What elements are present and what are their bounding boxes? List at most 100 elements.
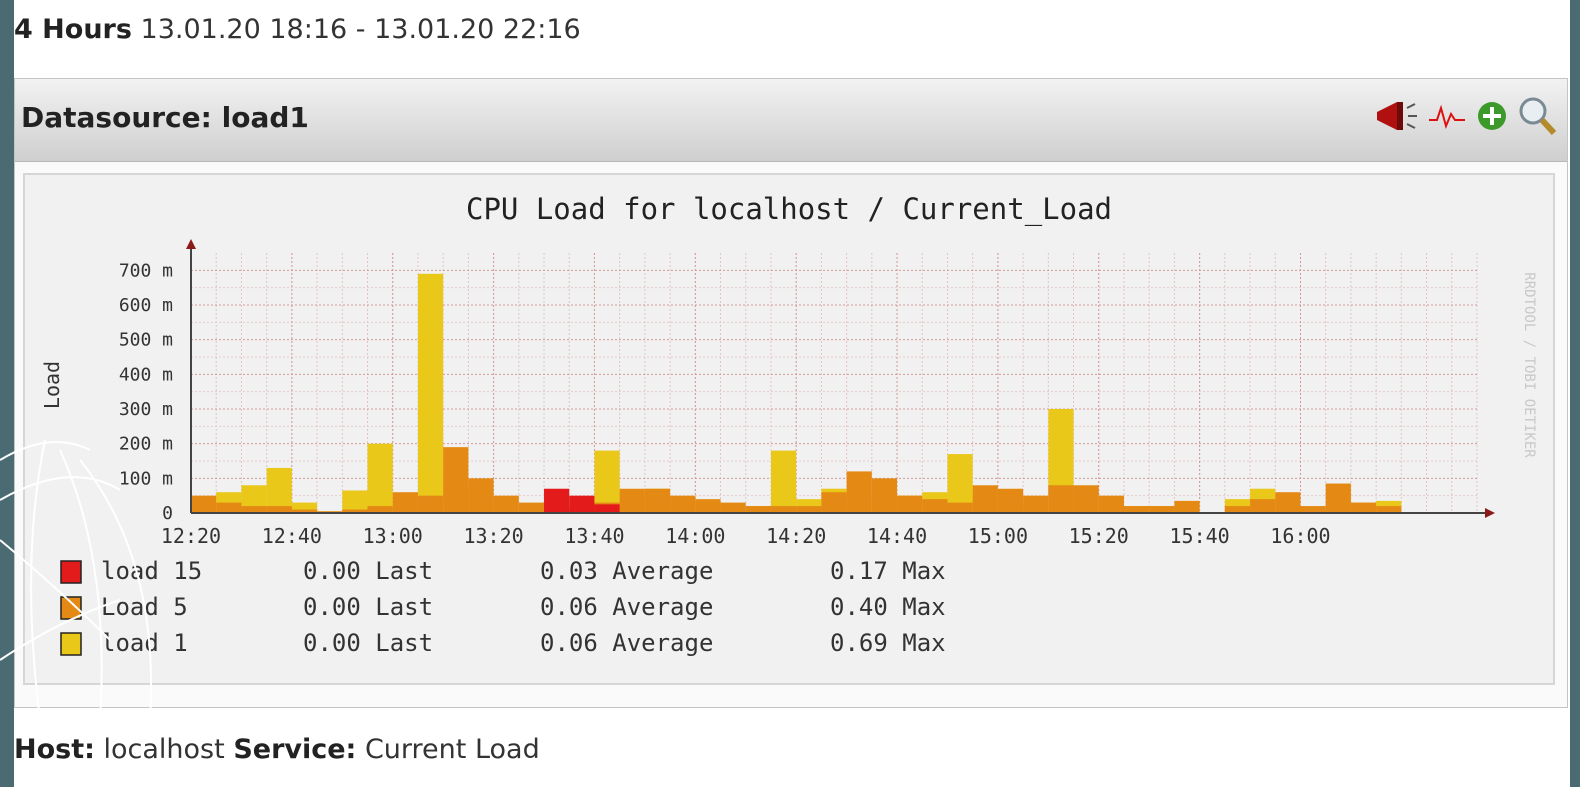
bar-load5 — [1275, 492, 1301, 513]
bar-load5 — [1023, 495, 1049, 513]
bar-load5 — [670, 495, 696, 513]
legend-last: 0.00 Last — [303, 557, 433, 585]
bar-load1 — [367, 443, 393, 513]
bar-load15 — [594, 504, 620, 513]
bar-load5 — [1149, 506, 1175, 513]
bar-load5 — [846, 471, 872, 513]
bar-load5 — [619, 488, 645, 513]
y-tick-label: 200 m — [119, 434, 173, 455]
x-tick-label: 13:00 — [363, 524, 423, 548]
y-tick-label: 300 m — [119, 399, 173, 420]
zoom-icon[interactable] — [1517, 95, 1557, 141]
host-service-footer: Host: localhost Service: Current Load — [14, 734, 540, 765]
bar-load5 — [871, 478, 898, 513]
bar-load5 — [695, 499, 721, 513]
datasource-title: Datasource: load1 — [21, 101, 309, 134]
bar-load5 — [468, 478, 494, 513]
x-tick-label: 16:00 — [1270, 524, 1330, 548]
panel-toolbar — [1375, 93, 1557, 143]
x-axis-arrow — [1485, 508, 1495, 518]
datasource-name: load1 — [221, 101, 309, 134]
bar-load5 — [922, 499, 948, 513]
legend-name: Load 5 — [101, 593, 188, 621]
rrd-graph: CPU Load for localhost / Current_Load 0 10… — [23, 173, 1555, 685]
legend-max: 0.40 Max — [830, 593, 946, 621]
host-label: Host: — [14, 734, 95, 765]
y-tick-label: 600 m — [119, 295, 173, 316]
bar-load5 — [1073, 485, 1099, 513]
chart-title: CPU Load for localhost / Current_Load — [466, 192, 1112, 227]
legend-swatch — [60, 596, 82, 620]
bar-load5 — [443, 447, 469, 513]
bar-load5 — [417, 495, 444, 513]
period-range: 13.01.20 18:16 - 13.01.20 22:16 — [140, 14, 581, 45]
x-tick-label: 13:40 — [564, 524, 624, 548]
x-tick-label: 15:40 — [1170, 524, 1230, 548]
bar-load5 — [1224, 506, 1251, 513]
service-label: Service: — [233, 734, 357, 765]
bar-load1 — [417, 273, 444, 513]
y-tick-label: 100 m — [119, 468, 173, 489]
bar-load5 — [1376, 506, 1402, 513]
bar-load5 — [770, 506, 797, 513]
time-period-heading: 4 Hours 13.01.20 18:16 - 13.01.20 22:16 — [14, 14, 581, 45]
datasource-label: Datasource: — [21, 101, 212, 134]
bar-load5 — [644, 488, 671, 513]
x-tick-label: 14:20 — [766, 524, 826, 548]
bar-load5 — [1123, 506, 1150, 513]
legend-swatch — [60, 560, 82, 584]
x-tick-label: 12:40 — [262, 524, 322, 548]
y-axis-arrow — [186, 239, 196, 249]
legend-average: 0.03 Average — [540, 557, 713, 585]
legend-max: 0.69 Max — [830, 629, 946, 657]
bar-load5 — [1300, 506, 1326, 513]
bar-load5 — [518, 502, 545, 513]
bar-load5 — [1048, 485, 1074, 513]
bar-load5 — [972, 485, 998, 513]
y-tick-label: 700 m — [119, 260, 173, 281]
legend-name: load 1 — [101, 629, 188, 657]
legend-name: load 15 — [101, 557, 202, 585]
alarm-horn-icon[interactable] — [1375, 96, 1419, 140]
trend-line-icon[interactable] — [1427, 96, 1467, 140]
legend-average: 0.06 Average — [540, 629, 713, 657]
x-tick-label: 14:00 — [665, 524, 725, 548]
panel-header: Datasource: load1 — [15, 79, 1567, 162]
x-tick-label: 13:20 — [463, 524, 523, 548]
add-graph-icon[interactable] — [1475, 96, 1509, 140]
period-label: 4 Hours — [14, 14, 132, 45]
bar-load5 — [1350, 502, 1377, 513]
legend-last: 0.00 Last — [303, 629, 433, 657]
bar-load5 — [1174, 500, 1200, 513]
bar-load15 — [544, 488, 570, 513]
bar-load5 — [1325, 483, 1351, 513]
legend-swatch — [60, 632, 82, 656]
x-tick-label: 15:20 — [1069, 524, 1129, 548]
bar-load5 — [720, 502, 746, 513]
bar-load5 — [1250, 499, 1276, 513]
bar-load5 — [493, 495, 519, 513]
bar-load5 — [1098, 495, 1124, 513]
bar-load5 — [216, 502, 242, 513]
legend-last: 0.00 Last — [303, 593, 433, 621]
bar-load5 — [897, 495, 923, 513]
x-tick-label: 12:20 — [161, 524, 221, 548]
x-tick-label: 15:00 — [968, 524, 1028, 548]
y-tick-label: 500 m — [119, 330, 173, 351]
bar-load5 — [796, 506, 822, 513]
bar-load5 — [997, 488, 1024, 513]
bar-load15 — [569, 495, 595, 513]
y-tick-label: 400 m — [119, 364, 173, 385]
host-name: localhost — [103, 734, 225, 765]
x-tick-label: 14:40 — [867, 524, 927, 548]
bar-load5 — [191, 495, 217, 513]
datasource-panel: Datasource: load1 CPU Load for localhost… — [14, 78, 1568, 708]
bar-load5 — [821, 492, 847, 513]
legend-max: 0.17 Max — [830, 557, 946, 585]
rrdtool-watermark: RRDTOOL / TOBI OETIKER — [1521, 272, 1537, 458]
bar-load5 — [745, 506, 771, 513]
y-tick-label: 0 — [162, 503, 173, 524]
legend-average: 0.06 Average — [540, 593, 713, 621]
bar-load5 — [947, 502, 973, 513]
bar-load5 — [241, 506, 267, 513]
